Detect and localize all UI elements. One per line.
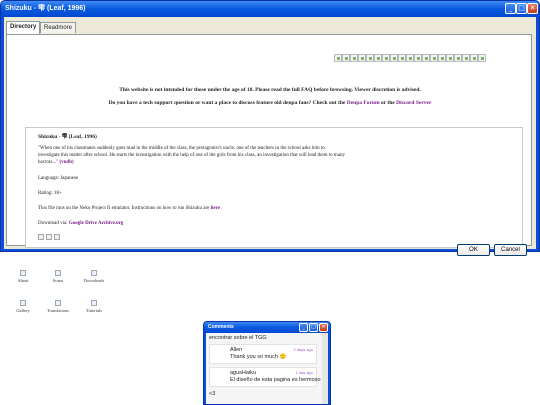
badge-icon[interactable] [358, 54, 366, 62]
comment-time: 2 days ago [293, 347, 313, 352]
comment-partial-text: encontrar sobre el TGG [209, 335, 267, 341]
comment-item: Allen 2 days ago Thank you so much 🙂 [209, 344, 317, 364]
about-label: About [17, 278, 29, 283]
tab-readmore[interactable]: Readmore [40, 22, 77, 33]
instructions-link[interactable]: here [211, 206, 220, 211]
badge-icon[interactable] [446, 54, 454, 62]
language-text: Language: Japanese [38, 176, 79, 181]
badge-icon[interactable] [366, 54, 374, 62]
download-prefix: Download via: [38, 221, 68, 226]
translations-desktop-icon[interactable]: Translations [38, 300, 78, 313]
comment-tail-text: <3 [209, 391, 216, 397]
comments-scrollbar[interactable] [322, 333, 328, 404]
comment-user[interactable]: agusHaiku [230, 370, 256, 376]
translations-icon [55, 300, 61, 306]
comment-text: Thank you so much 🙂 [230, 354, 287, 360]
thumbnail-row [38, 234, 60, 240]
title-bar[interactable]: Shizuku - 雫 (Leaf, 1996) _ □ ✕ [1, 1, 539, 17]
badge-icon[interactable] [342, 54, 350, 62]
comment-item: agusHaiku 1 day ago El diseño de esta pa… [209, 367, 321, 387]
tab-directory[interactable]: Directory [6, 21, 41, 34]
maximize-button[interactable]: □ [516, 3, 527, 14]
entry-description-2: investigate this matter after school. He… [38, 153, 346, 158]
tutorials-label: Tutorials [85, 308, 103, 313]
badge-icon[interactable] [334, 54, 342, 62]
entry-card: Shizuku - 雫 (Leaf, 1996) "When one of hi… [25, 127, 523, 248]
emulator-text: This file runs on the Neko Project II em… [38, 206, 220, 211]
comment-time: 1 day ago [295, 370, 313, 375]
emulator-prefix: This file runs on the Neko Project II em… [38, 206, 210, 211]
gallery-desktop-icon[interactable]: Gallery [3, 300, 43, 313]
comment-text: El diseño de esta pagina es hermoso [230, 377, 321, 383]
badge-strip [334, 54, 486, 62]
scans-desktop-icon[interactable]: Scans [38, 270, 78, 283]
scans-label: Scans [52, 278, 64, 283]
vndb-link[interactable]: (vndb) [59, 160, 73, 165]
window-client: Directory Readmore This website is not i… [4, 17, 536, 256]
gallery-label: Gallery [16, 308, 30, 313]
comments-minimize-button[interactable]: _ [299, 323, 308, 332]
denpa-forum-link[interactable]: Denpa Forum [347, 100, 380, 106]
cancel-button[interactable]: Cancel [494, 244, 527, 256]
badge-icon[interactable] [422, 54, 430, 62]
badge-icon[interactable] [478, 54, 486, 62]
entry-title: Shizuku - 雫 (Leaf, 1996) [38, 134, 97, 140]
badge-icon[interactable] [430, 54, 438, 62]
close-button[interactable]: ✕ [527, 3, 538, 14]
support-mid-text: or the [380, 100, 395, 106]
scans-icon [55, 270, 61, 276]
main-window: Shizuku - 雫 (Leaf, 1996) _ □ ✕ Directory… [0, 0, 540, 256]
support-notice: Do you have a tech support question or w… [15, 100, 525, 106]
tutorials-icon [91, 300, 97, 306]
age-notice: This website is not intended for those u… [119, 87, 421, 93]
description-tail: horrors..." [38, 160, 59, 165]
downloads-desktop-icon[interactable]: Downloads [74, 270, 114, 283]
badge-icon[interactable] [374, 54, 382, 62]
comments-title-bar[interactable]: Comments _ □ ✕ [204, 322, 330, 333]
window-title: Shizuku - 雫 (Leaf, 1996) [5, 5, 86, 12]
entry-description-1: "When one of his classmates suddenly goe… [38, 146, 325, 151]
downloads-label: Downloads [83, 278, 105, 283]
minimize-button[interactable]: _ [505, 3, 516, 14]
badge-icon[interactable] [414, 54, 422, 62]
badge-icon[interactable] [470, 54, 478, 62]
comment-user[interactable]: Allen [230, 347, 242, 353]
badge-icon[interactable] [462, 54, 470, 62]
comments-title: Comments [208, 324, 234, 330]
download-text: Download via: Google Drive Archive.org [38, 221, 123, 226]
comments-maximize-button[interactable]: □ [309, 323, 318, 332]
comments-body[interactable]: encontrar sobre el TGG Allen 2 days ago … [206, 333, 328, 404]
comments-close-button[interactable]: ✕ [319, 323, 328, 332]
downloads-icon [91, 270, 97, 276]
entry-description-3: horrors..." (vndb) [38, 160, 74, 165]
comments-window: Comments _ □ ✕ encontrar sobre el TGG Al… [203, 321, 331, 405]
badge-icon[interactable] [438, 54, 446, 62]
tutorials-desktop-icon[interactable]: Tutorials [74, 300, 114, 313]
about-icon [20, 270, 26, 276]
ok-button[interactable]: OK [457, 244, 490, 256]
badge-icon[interactable] [382, 54, 390, 62]
download-links[interactable]: Google Drive Archive.org [69, 221, 123, 226]
directory-panel: This website is not intended for those u… [6, 34, 532, 248]
translations-label: Translations [46, 308, 70, 313]
discord-server-link[interactable]: Discord Server [396, 100, 431, 106]
gallery-icon [20, 300, 26, 306]
badge-icon[interactable] [406, 54, 414, 62]
image-icon[interactable] [46, 234, 52, 240]
badge-icon[interactable] [390, 54, 398, 62]
about-desktop-icon[interactable]: About [3, 270, 43, 283]
badge-icon[interactable] [454, 54, 462, 62]
support-text: Do you have a tech support question or w… [108, 100, 346, 106]
image-icon[interactable] [54, 234, 60, 240]
rating-text: Rating: 18+ [38, 191, 62, 196]
badge-icon[interactable] [398, 54, 406, 62]
badge-icon[interactable] [350, 54, 358, 62]
image-icon[interactable] [38, 234, 44, 240]
